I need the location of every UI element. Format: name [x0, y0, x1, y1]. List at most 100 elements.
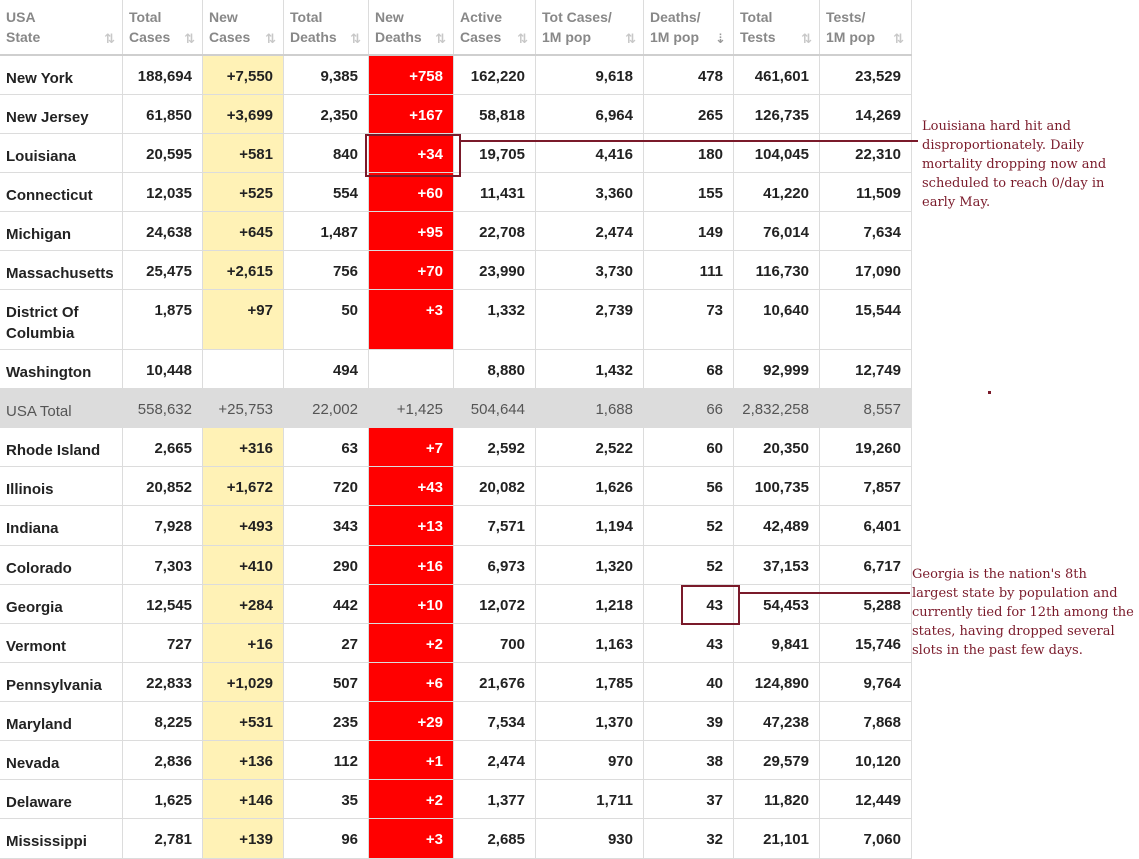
- cell-new-cases: +146: [203, 780, 284, 818]
- state-name[interactable]: New York: [6, 68, 116, 89]
- cell-cases-per-million: 1,785: [536, 663, 644, 701]
- header-new-cases[interactable]: New Cases ⇅: [203, 0, 284, 54]
- sort-icon[interactable]: ⇅: [801, 32, 812, 45]
- state-name[interactable]: Nevada: [6, 753, 116, 774]
- cell-value: 2,522: [595, 440, 633, 457]
- state-name[interactable]: Delaware: [6, 792, 116, 813]
- cell-value: 20,082: [479, 479, 525, 496]
- header-active-cases[interactable]: Active Cases ⇅: [454, 0, 536, 54]
- cell-cases-per-million: 1,194: [536, 506, 644, 545]
- cell-total-cases: 10,448: [123, 350, 203, 388]
- cell-total-deaths: 50: [284, 290, 369, 349]
- cell-value: +1,672: [226, 479, 273, 496]
- header-label-line2: Tests: [740, 29, 776, 45]
- cell-total-deaths: 1,487: [284, 212, 369, 250]
- header-total-cases[interactable]: Total Cases ⇅: [123, 0, 203, 54]
- header-tests-per-million[interactable]: Tests/1M pop ⇅: [820, 0, 912, 54]
- cell-total-deaths: 840: [284, 134, 369, 172]
- state-name[interactable]: Mississippi: [6, 831, 116, 852]
- cell-new-cases: +531: [203, 702, 284, 740]
- cell-total-cases: 558,632: [123, 389, 203, 427]
- cell-value: 41,220: [763, 185, 809, 202]
- state-name[interactable]: Georgia: [6, 597, 116, 618]
- cell-new-deaths: +1: [369, 741, 454, 779]
- cell-active-cases: 504,644: [454, 389, 536, 427]
- cell-value: 12,072: [479, 597, 525, 614]
- cell-value: 9,618: [595, 68, 633, 85]
- cell-value: 7,571: [487, 518, 525, 535]
- state-name[interactable]: Vermont: [6, 636, 116, 657]
- georgia-annotation: Georgia is the nation's 8th largest stat…: [912, 567, 1134, 658]
- state-name[interactable]: USA Total: [6, 401, 116, 422]
- cell-value: 1,377: [487, 792, 525, 809]
- state-name[interactable]: Connecticut: [6, 185, 116, 206]
- header-label-line1: Tests/: [826, 9, 866, 25]
- sort-descending-icon[interactable]: ⇣: [715, 32, 726, 45]
- state-name[interactable]: Rhode Island: [6, 440, 116, 461]
- cell-value: 290: [332, 558, 358, 575]
- table-row: Colorado 7,303 +410 290 +16 6,973 1,320 52 37,15…: [0, 546, 912, 585]
- cell-value: +7: [425, 440, 443, 457]
- cell-new-cases: +3,699: [203, 95, 284, 133]
- cell-total-cases: 7,928: [123, 506, 203, 545]
- cell-value: +316: [239, 440, 273, 457]
- state-name[interactable]: Maryland: [6, 714, 116, 735]
- cell-value: 7,928: [154, 518, 192, 535]
- cell-new-cases: +410: [203, 546, 284, 584]
- cell-state: Nevada: [0, 741, 123, 779]
- cell-value: 7,857: [863, 479, 901, 496]
- cell-value: 124,890: [754, 675, 809, 692]
- cell-deaths-per-million: 52: [644, 506, 734, 545]
- table-row: Pennsylvania 22,833 +1,029 507 +6 21,676 1,785…: [0, 663, 912, 702]
- sort-icon[interactable]: ⇅: [350, 32, 361, 45]
- cell-value: 20,852: [146, 479, 192, 496]
- cell-total-tests: 461,601: [734, 56, 820, 94]
- cell-active-cases: 7,571: [454, 506, 536, 545]
- header-total-deaths[interactable]: Total Deaths ⇅: [284, 0, 369, 54]
- state-name[interactable]: Louisiana: [6, 146, 116, 167]
- cell-value: 54,453: [763, 597, 809, 614]
- cell-value: +25,753: [218, 401, 273, 418]
- sort-icon[interactable]: ⇅: [893, 32, 904, 45]
- state-name[interactable]: Washington: [6, 362, 116, 383]
- cell-value: 478: [697, 68, 723, 85]
- header-deaths-per-million[interactable]: Deaths/1M pop ⇣: [644, 0, 734, 54]
- state-name[interactable]: Colorado: [6, 558, 116, 579]
- cell-value: +2,615: [226, 263, 273, 280]
- cell-value: 155: [697, 185, 723, 202]
- cell-active-cases: 6,973: [454, 546, 536, 584]
- cell-cases-per-million: 9,618: [536, 56, 644, 94]
- cell-total-cases: 2,665: [123, 428, 203, 466]
- state-name[interactable]: Indiana: [6, 518, 116, 539]
- state-name[interactable]: Michigan: [6, 224, 116, 245]
- sort-icon[interactable]: ⇅: [104, 32, 115, 45]
- cell-value: 47,238: [763, 714, 809, 731]
- state-name[interactable]: Massachusetts: [6, 263, 116, 284]
- header-label-line2: Cases: [129, 29, 171, 45]
- cell-value: 73: [706, 302, 723, 319]
- cell-value: +10: [417, 597, 443, 614]
- sort-icon[interactable]: ⇅: [265, 32, 276, 45]
- cell-total-tests: 126,735: [734, 95, 820, 133]
- state-name[interactable]: District Of Columbia: [6, 302, 116, 344]
- cell-total-deaths: 756: [284, 251, 369, 289]
- sort-icon[interactable]: ⇅: [184, 32, 195, 45]
- cell-value: 7,060: [863, 831, 901, 848]
- state-name[interactable]: Pennsylvania: [6, 675, 116, 696]
- cell-value: +95: [417, 224, 443, 241]
- cell-new-cases: +645: [203, 212, 284, 250]
- header-state[interactable]: USA State ⇅: [0, 0, 123, 54]
- header-total-tests[interactable]: Total Tests ⇅: [734, 0, 820, 54]
- cell-value: +2: [425, 792, 443, 809]
- header-new-deaths[interactable]: New Deaths ⇅: [369, 0, 454, 54]
- cell-value: 2,832,258: [742, 401, 809, 418]
- sort-icon[interactable]: ⇅: [625, 32, 636, 45]
- cell-active-cases: 700: [454, 624, 536, 662]
- cell-total-tests: 100,735: [734, 467, 820, 505]
- sort-icon[interactable]: ⇅: [435, 32, 446, 45]
- sort-icon[interactable]: ⇅: [517, 32, 528, 45]
- header-cases-per-million[interactable]: Tot Cases/1M pop ⇅: [536, 0, 644, 54]
- state-name[interactable]: New Jersey: [6, 107, 116, 128]
- cell-value: 11,431: [479, 185, 525, 202]
- state-name[interactable]: Illinois: [6, 479, 116, 500]
